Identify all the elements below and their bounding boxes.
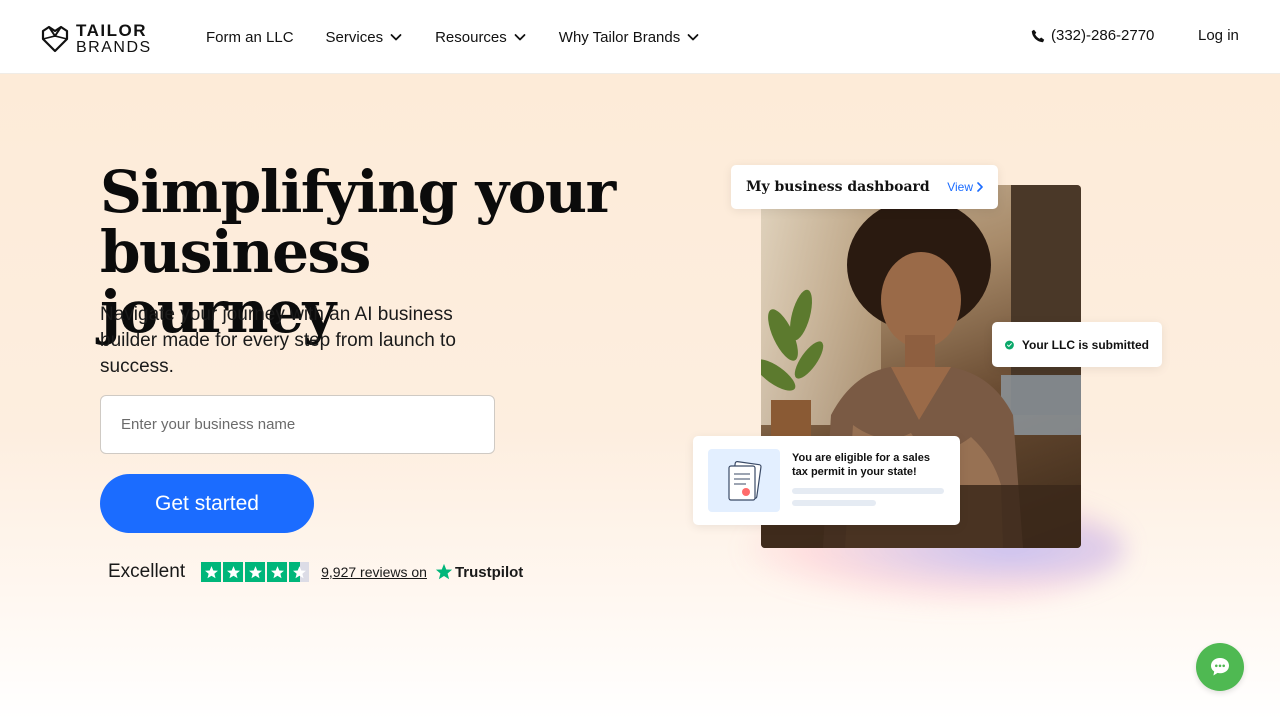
chat-button[interactable] bbox=[1196, 643, 1244, 691]
hero-section: Simplifying your business journey Naviga… bbox=[0, 74, 1280, 720]
tax-permit-text: You are eligible for a sales tax permit … bbox=[792, 452, 930, 478]
tax-permit-card: You are eligible for a sales tax permit … bbox=[693, 436, 960, 525]
star-icon bbox=[223, 562, 244, 582]
logo-mark-icon bbox=[41, 25, 69, 53]
llc-status-card: Your LLC is submitted bbox=[992, 322, 1162, 367]
star-icon bbox=[267, 562, 288, 582]
nav-item-why-tailor-brands[interactable]: Why Tailor Brands bbox=[559, 29, 700, 46]
trustpilot-logo[interactable]: Trustpilot bbox=[435, 563, 523, 581]
logo[interactable]: TAILOR BRANDS bbox=[40, 22, 152, 56]
phone-link[interactable]: (332)-286-2770 bbox=[1031, 27, 1154, 44]
trustpilot-rating: Excellent 9,927 reviews on Trustpilot bbox=[108, 561, 523, 583]
chevron-down-icon bbox=[687, 34, 699, 41]
star-half-icon bbox=[289, 562, 310, 582]
get-started-button[interactable]: Get started bbox=[100, 474, 314, 533]
business-name-input[interactable] bbox=[100, 395, 495, 454]
star-icon bbox=[245, 562, 266, 582]
trustpilot-brand: Trustpilot bbox=[454, 563, 524, 581]
phone-number: (332)-286-2770 bbox=[1051, 27, 1155, 44]
dashboard-view-link[interactable]: View bbox=[947, 180, 984, 194]
dashboard-card: My business dashboard View bbox=[731, 165, 998, 209]
chevron-down-icon bbox=[514, 34, 526, 41]
check-circle-icon bbox=[1005, 340, 1014, 349]
llc-status-text: Your LLC is submitted bbox=[1021, 337, 1149, 352]
nav-item-label: Resources bbox=[435, 28, 507, 46]
phone-icon bbox=[1031, 29, 1045, 42]
chevron-down-icon bbox=[390, 34, 402, 41]
nav-item-label: Why Tailor Brands bbox=[558, 28, 681, 46]
site-header: TAILOR BRANDS Form an LLC Services Resou… bbox=[0, 0, 1280, 74]
nav-item-label: Form an LLC bbox=[206, 28, 294, 46]
reviews-link[interactable]: 9,927 reviews on bbox=[321, 564, 427, 580]
trustpilot-star-icon bbox=[435, 563, 453, 580]
logo-line-1: TAILOR bbox=[76, 21, 148, 40]
nav-item-services[interactable]: Services bbox=[326, 29, 404, 46]
login-link[interactable]: Log in bbox=[1198, 27, 1239, 44]
star-icon bbox=[201, 562, 222, 582]
tax-permit-content: You are eligible for a sales tax permit … bbox=[792, 449, 945, 512]
rating-stars bbox=[201, 562, 310, 582]
logo-line-2: BRANDS bbox=[76, 39, 152, 56]
nav-item-resources[interactable]: Resources bbox=[435, 29, 527, 46]
placeholder-bar bbox=[792, 488, 944, 494]
chevron-right-icon bbox=[977, 182, 983, 192]
rating-word: Excellent bbox=[108, 561, 186, 582]
nav-item-label: Services bbox=[325, 28, 384, 46]
hero-subheadline: Navigate your journey with an AI busines… bbox=[100, 304, 456, 377]
nav-item-form-llc[interactable]: Form an LLC bbox=[206, 29, 294, 46]
logo-text: TAILOR BRANDS bbox=[76, 22, 152, 56]
dashboard-card-title: My business dashboard bbox=[746, 179, 930, 195]
dashboard-view-label: View bbox=[947, 180, 973, 194]
main-nav: Form an LLC Services Resources Why Tailo… bbox=[206, 0, 732, 74]
placeholder-bar bbox=[792, 500, 876, 506]
document-thumbnail bbox=[708, 449, 780, 512]
document-icon bbox=[728, 460, 762, 501]
chat-icon bbox=[1211, 658, 1229, 676]
